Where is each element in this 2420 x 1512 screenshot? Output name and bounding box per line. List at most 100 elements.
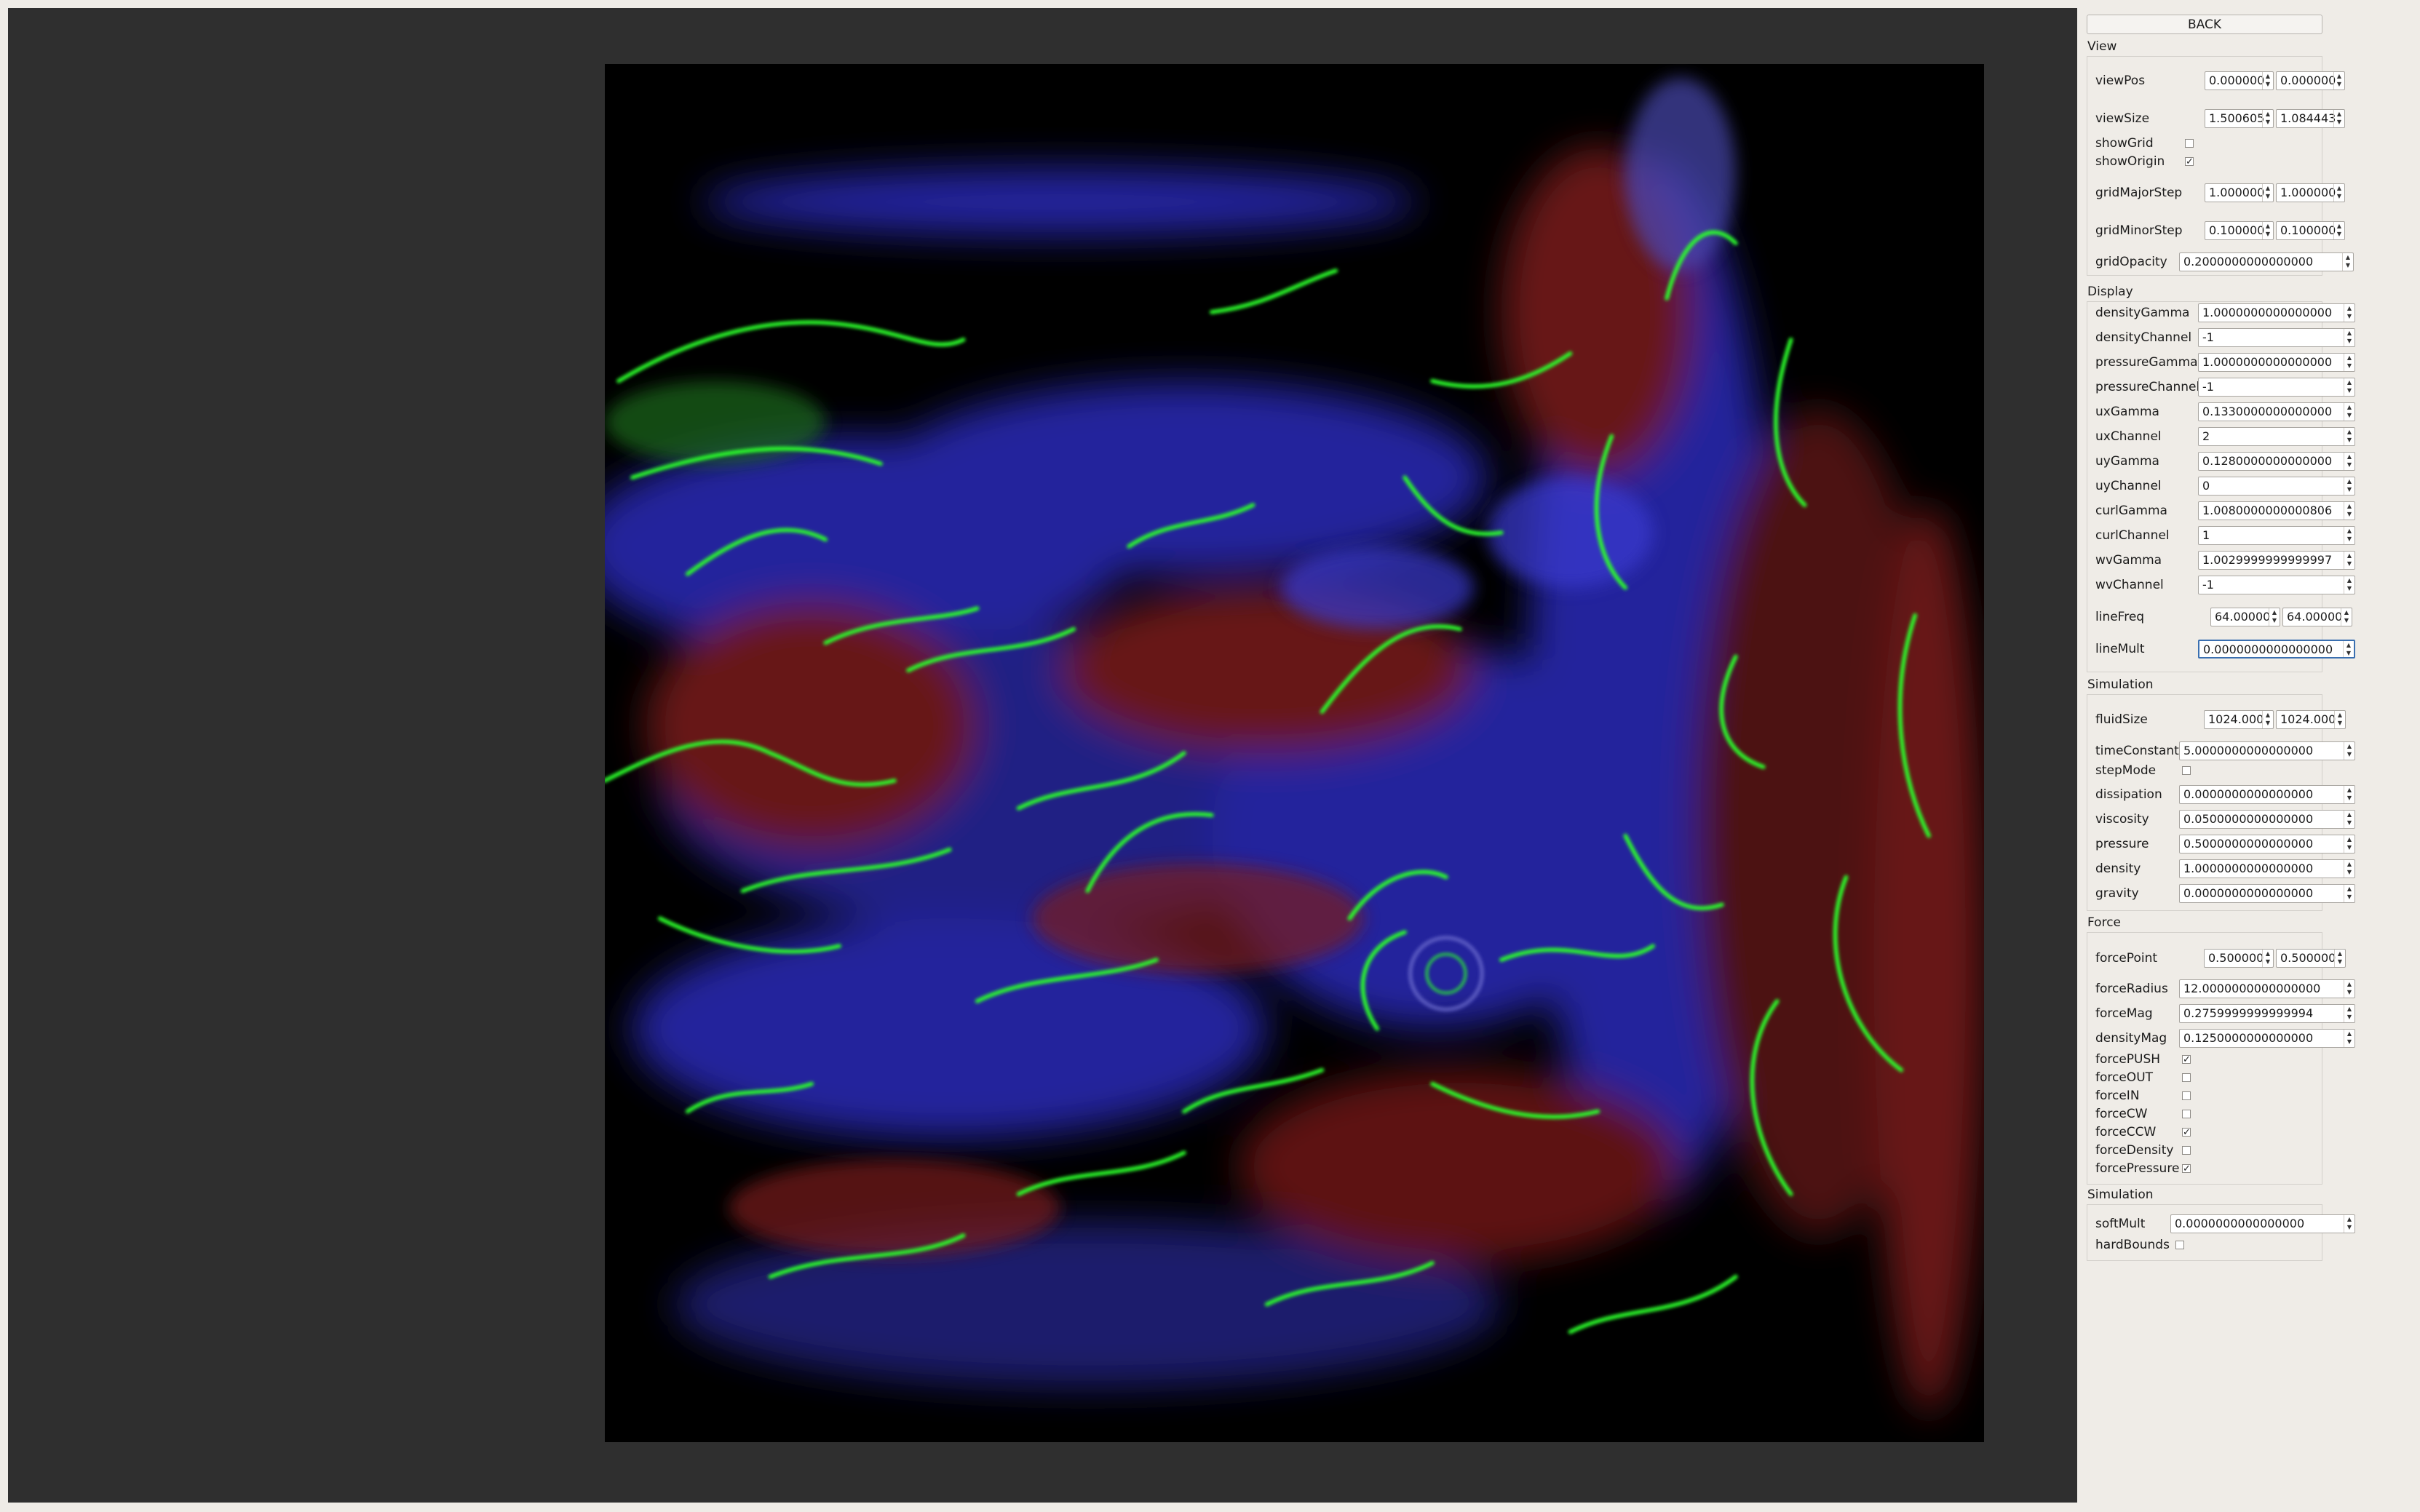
simulation-viewport[interactable] (8, 8, 2077, 1503)
pressure-spinbox[interactable]: 0.5000000000000000 ▲ ▼ (2179, 835, 2355, 854)
uxGamma-spinbox[interactable]: 0.1330000000000000 ▲ ▼ (2198, 402, 2355, 421)
spinner-arrows-icon[interactable]: ▲ ▼ (2344, 304, 2354, 322)
spinner-arrows-icon[interactable]: ▲ ▼ (2333, 222, 2344, 239)
spinner-arrows-icon[interactable]: ▲ ▼ (2344, 835, 2354, 853)
stepMode-checkbox[interactable] (2182, 766, 2191, 775)
fluid-canvas[interactable] (605, 64, 1984, 1442)
spinner-arrows-icon[interactable]: ▲ ▼ (2344, 329, 2354, 346)
gravity-spinbox[interactable]: 0.0000000000000000 ▲ ▼ (2179, 884, 2355, 903)
densityMag-spinbox[interactable]: 0.1250000000000000 ▲ ▼ (2179, 1029, 2355, 1048)
spinner-arrows-icon[interactable]: ▲ ▼ (2344, 552, 2354, 569)
forceCW-checkbox[interactable] (2182, 1110, 2191, 1118)
curlGamma-spinbox[interactable]: 1.0080000000000806 ▲ ▼ (2198, 501, 2355, 520)
viscosity-spinbox[interactable]: 0.0500000000000000 ▲ ▼ (2179, 810, 2355, 829)
wvChannel-spinbox[interactable]: -1 ▲ ▼ (2198, 576, 2355, 594)
uyChannel-spinbox[interactable]: 0 ▲ ▼ (2198, 477, 2355, 496)
spinner-arrows-icon[interactable]: ▲ ▼ (2344, 811, 2354, 828)
viewPos-y-spinbox[interactable]: 0.000000 ▲ ▼ (2276, 71, 2345, 90)
uyGamma-spinbox[interactable]: 0.1280000000000000 ▲ ▼ (2198, 452, 2355, 471)
forceRadius-spinbox[interactable]: 12.0000000000000000 ▲ ▼ (2179, 979, 2355, 998)
forcePoint-x-spinbox[interactable]: 0.500000 ▲ ▼ (2204, 949, 2274, 968)
row-gridOpacity: gridOpacity 0.2000000000000000 ▲ ▼ (2087, 251, 2354, 273)
lineMult-spinbox[interactable]: 0.0000000000000000 ▲ ▼ (2198, 640, 2355, 658)
spinner-arrows-icon[interactable]: ▲ ▼ (2344, 403, 2354, 421)
label-curlGamma: curlGamma (2095, 504, 2167, 518)
pressureChannel-spinbox[interactable]: -1 ▲ ▼ (2198, 378, 2355, 397)
forceMag-spinbox[interactable]: 0.2759999999999994 ▲ ▼ (2179, 1004, 2355, 1023)
fluidSize-x-spinbox[interactable]: 1024.000 ▲ ▼ (2204, 710, 2274, 729)
back-button[interactable]: BACK (2087, 15, 2322, 34)
display-group: densityGamma 1.0000000000000000 ▲ ▼ density… (2087, 301, 2355, 672)
spinner-arrows-icon[interactable]: ▲ ▼ (2262, 110, 2273, 127)
spinner-arrows-icon[interactable]: ▲ ▼ (2334, 711, 2345, 728)
spinner-arrows-icon[interactable]: ▲ ▼ (2333, 72, 2344, 89)
fluidSize-y-spinbox[interactable]: 1024.000 ▲ ▼ (2276, 710, 2346, 729)
row-timeConstant: timeConstant 5.0000000000000000 ▲ ▼ (2087, 740, 2355, 762)
spinner-arrows-icon[interactable]: ▲ ▼ (2344, 1005, 2354, 1022)
label-uxChannel: uxChannel (2095, 429, 2162, 444)
spinner-arrows-icon[interactable]: ▲ ▼ (2344, 453, 2354, 470)
uxChannel-spinbox[interactable]: 2 ▲ ▼ (2198, 427, 2355, 446)
forceCCW-checkbox[interactable]: ✓ (2182, 1128, 2191, 1137)
showGrid-checkbox[interactable] (2185, 139, 2194, 148)
viewSize-y-spinbox[interactable]: 1.084443 ▲ ▼ (2276, 109, 2345, 128)
densityChannel-spinbox[interactable]: -1 ▲ ▼ (2198, 328, 2355, 347)
spinner-arrows-icon[interactable]: ▲ ▼ (2333, 184, 2344, 202)
spinner-arrows-icon[interactable]: ▲ ▼ (2344, 786, 2354, 803)
spinner-arrows-icon[interactable]: ▲ ▼ (2344, 576, 2354, 594)
spinner-arrows-icon[interactable]: ▲ ▼ (2262, 184, 2273, 202)
curlChannel-spinbox[interactable]: 1 ▲ ▼ (2198, 526, 2355, 545)
gridMajorStep-y-spinbox[interactable]: 1.000000 ▲ ▼ (2276, 183, 2345, 202)
forceOUT-checkbox[interactable] (2182, 1073, 2191, 1082)
gridMinorStep-x-spinbox[interactable]: 0.100000 ▲ ▼ (2205, 221, 2274, 240)
spinner-arrows-icon[interactable]: ▲ ▼ (2333, 110, 2344, 127)
lineFreq-y-spinbox[interactable]: 64.00000 ▲ ▼ (2282, 608, 2352, 626)
viewSize-x-spinbox[interactable]: 1.500605 ▲ ▼ (2205, 109, 2274, 128)
spinner-arrows-icon[interactable]: ▲ ▼ (2344, 860, 2354, 878)
forcePoint-y-spinbox[interactable]: 0.500000 ▲ ▼ (2276, 949, 2346, 968)
spinner-arrows-icon[interactable]: ▲ ▼ (2344, 885, 2354, 902)
spinner-arrows-icon[interactable]: ▲ ▼ (2262, 72, 2273, 89)
pressureGamma-spinbox[interactable]: 1.0000000000000000 ▲ ▼ (2198, 353, 2355, 372)
spinner-arrows-icon[interactable]: ▲ ▼ (2343, 641, 2354, 657)
viewPos-x-spinbox[interactable]: 0.000000 ▲ ▼ (2205, 71, 2274, 90)
spinner-arrows-icon[interactable]: ▲ ▼ (2344, 980, 2354, 998)
gridOpacity-spinbox[interactable]: 0.2000000000000000 ▲ ▼ (2179, 252, 2354, 271)
spinner-arrows-icon[interactable]: ▲ ▼ (2262, 711, 2273, 728)
hardBounds-checkbox[interactable] (2175, 1241, 2184, 1249)
timeConstant-spinbox[interactable]: 5.0000000000000000 ▲ ▼ (2179, 741, 2355, 760)
density-spinbox[interactable]: 1.0000000000000000 ▲ ▼ (2179, 859, 2355, 878)
forceIN-checkbox[interactable] (2182, 1091, 2191, 1100)
spinner-arrows-icon[interactable]: ▲ ▼ (2344, 527, 2354, 544)
spinner-arrows-icon[interactable]: ▲ ▼ (2344, 742, 2354, 760)
spinner-arrows-icon[interactable]: ▲ ▼ (2344, 477, 2354, 495)
spinner-arrows-icon[interactable]: ▲ ▼ (2344, 378, 2354, 396)
spinner-arrows-icon[interactable]: ▲ ▼ (2341, 608, 2352, 626)
spinner-arrows-icon[interactable]: ▲ ▼ (2344, 428, 2354, 445)
spinner-arrows-icon[interactable]: ▲ ▼ (2269, 608, 2280, 626)
wvGamma-spinbox[interactable]: 1.0029999999999997 ▲ ▼ (2198, 551, 2355, 570)
forceDensity-checkbox[interactable] (2182, 1146, 2191, 1155)
dissipation-spinbox[interactable]: 0.0000000000000000 ▲ ▼ (2179, 785, 2355, 804)
spinner-arrows-icon[interactable]: ▲ ▼ (2262, 950, 2273, 967)
row-pressureGamma: pressureGamma 1.0000000000000000 ▲ ▼ (2087, 351, 2355, 373)
lineFreq-x-spinbox[interactable]: 64.00000 ▲ ▼ (2210, 608, 2280, 626)
softMult-spinbox[interactable]: 0.0000000000000000 ▲ ▼ (2170, 1214, 2355, 1233)
section-title-force: Force (2087, 915, 2121, 930)
showOrigin-checkbox[interactable]: ✓ (2185, 157, 2194, 167)
spinner-arrows-icon[interactable]: ▲ ▼ (2262, 222, 2273, 239)
spinner-arrows-icon[interactable]: ▲ ▼ (2344, 1030, 2354, 1047)
spinner-arrows-icon[interactable]: ▲ ▼ (2344, 354, 2354, 371)
forcePressure-checkbox[interactable]: ✓ (2182, 1164, 2191, 1174)
gridMajorStep-x-spinbox[interactable]: 1.000000 ▲ ▼ (2205, 183, 2274, 202)
label-showGrid: showGrid (2095, 136, 2154, 151)
densityGamma-spinbox[interactable]: 1.0000000000000000 ▲ ▼ (2198, 303, 2355, 322)
label-forcePressure: forcePressure (2095, 1161, 2180, 1176)
spinner-arrows-icon[interactable]: ▲ ▼ (2334, 950, 2345, 967)
row-forceRadius: forceRadius 12.0000000000000000 ▲ ▼ (2087, 978, 2355, 1000)
forcePUSH-checkbox[interactable]: ✓ (2182, 1055, 2191, 1065)
gridMinorStep-y-spinbox[interactable]: 0.100000 ▲ ▼ (2276, 221, 2345, 240)
spinner-arrows-icon[interactable]: ▲ ▼ (2344, 502, 2354, 520)
spinner-arrows-icon[interactable]: ▲ ▼ (2344, 1215, 2354, 1233)
spinner-arrows-icon[interactable]: ▲ ▼ (2342, 253, 2353, 271)
